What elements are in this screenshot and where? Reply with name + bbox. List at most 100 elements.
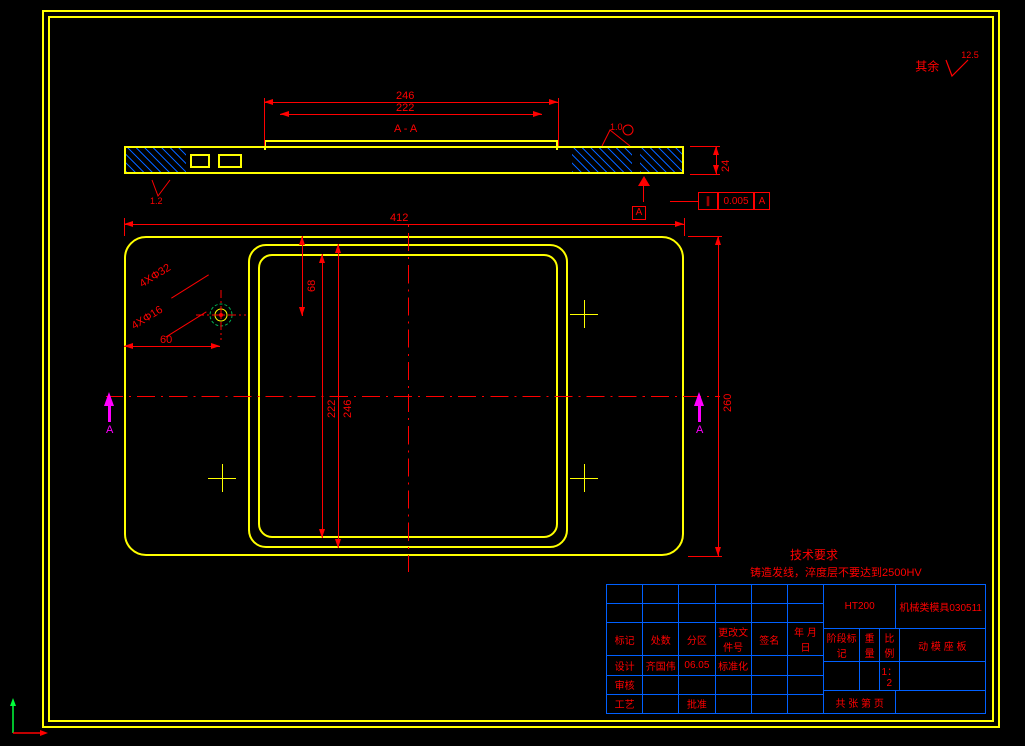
a68u — [299, 236, 305, 245]
sf-top-right: 1.0 — [600, 124, 636, 153]
hole-tl — [196, 290, 246, 343]
r4-2: 批准 — [678, 695, 714, 713]
a60r — [211, 343, 220, 349]
sf-1-0: 1.0 — [610, 122, 623, 132]
title-block: 标记 处数 分区 更改文件号 签名 年 月 日 设计 齐国伟 06.05 标准化… — [606, 584, 986, 714]
tb-revision-area: 标记 处数 分区 更改文件号 签名 年 月 日 设计 齐国伟 06.05 标准化… — [607, 585, 823, 713]
tech-req-body: 铸造发线，淬度层不要达到2500HV — [750, 564, 922, 580]
r2-5 — [787, 656, 823, 674]
tb-info-area: HT200 机械类模具030511 阶段标记 重量 比例 动 模 座 板 1：2… — [823, 585, 985, 713]
r3-1 — [642, 676, 678, 694]
r2-4 — [751, 656, 787, 674]
sec-a-l: A — [106, 424, 113, 436]
r4-3 — [715, 695, 751, 713]
r2-1: 齐国伟 — [642, 656, 678, 674]
dim-24: 24 — [720, 160, 732, 172]
cross-tr-v — [584, 300, 585, 328]
tb-drwno: 机械类模具030511 — [895, 585, 985, 628]
fcf-parallelism: ∥ 0.005 A — [698, 192, 770, 210]
tb-weight: 重量 — [859, 629, 879, 661]
r3-3 — [715, 676, 751, 694]
a412l — [124, 221, 133, 227]
v222line — [322, 254, 323, 538]
v260line — [718, 236, 719, 556]
a412r — [675, 221, 684, 227]
tb-scale-h: 比例 — [879, 629, 899, 661]
r4-0: 工艺 — [607, 695, 642, 713]
arr-222-l — [280, 111, 289, 117]
hdr-2: 分区 — [678, 623, 714, 655]
arr-246-l — [264, 99, 273, 105]
hatch-left — [126, 148, 186, 172]
dim68line — [302, 236, 303, 316]
dim-v260: 260 — [722, 394, 734, 412]
r3-2 — [678, 676, 714, 694]
hdr-1: 处数 — [642, 623, 678, 655]
cl-h-main — [106, 396, 720, 397]
fcf-val: 0.005 — [718, 192, 754, 210]
drawing-inner-frame: 其余 12.5 246 222 A - A 1. — [48, 16, 994, 722]
dim-222: 222 — [396, 102, 414, 114]
ext-246-r — [558, 98, 559, 146]
tb-stage: 阶段标记 — [823, 629, 859, 661]
r2-3: 标准化 — [715, 656, 751, 674]
r2-2: 06.05 — [678, 656, 714, 674]
datum-a — [638, 176, 650, 186]
hdr-0: 标记 — [607, 623, 642, 655]
dim412line — [124, 224, 684, 225]
v260d — [715, 547, 721, 556]
tb-sheet: 共 张 第 页 — [823, 691, 895, 713]
section-step — [264, 140, 558, 150]
ext-246-l — [264, 98, 265, 146]
v222u — [319, 254, 325, 263]
hatch-right-b — [640, 148, 682, 172]
hdr-3: 更改文件号 — [715, 623, 751, 655]
datum-box: A — [632, 206, 646, 220]
default-surface-finish: 其余 12.5 — [915, 56, 972, 80]
cross-br-v — [584, 464, 585, 492]
r4-1 — [642, 695, 678, 713]
v246u — [335, 244, 341, 253]
v246d — [335, 539, 341, 548]
v222d — [319, 529, 325, 538]
fcf-leader — [670, 201, 698, 202]
a60l — [124, 343, 133, 349]
drawing-outer-frame: 其余 12.5 246 222 A - A 1. — [42, 10, 1000, 728]
sec-a-r: A — [696, 424, 703, 436]
cross-bl-v — [222, 464, 223, 492]
dim-60: 60 — [160, 334, 172, 346]
ext412r — [684, 218, 685, 236]
arr-24-d — [713, 165, 719, 174]
sf-1-2: 1.2 — [150, 196, 163, 206]
tech-req-title: 技术要求 — [790, 546, 838, 563]
corner-note-ra: 12.5 — [961, 50, 979, 60]
r4-4 — [751, 695, 787, 713]
dim-68: 68 — [306, 280, 318, 292]
hdr-5: 年 月 日 — [787, 623, 823, 655]
a68d — [299, 307, 305, 316]
sec-arrow-r — [694, 392, 704, 406]
section-label: A - A — [394, 123, 417, 135]
slot-l1 — [190, 154, 210, 168]
v246line — [338, 244, 339, 548]
r3-4 — [751, 676, 787, 694]
cl-v-main — [408, 222, 409, 572]
hdr-4: 签名 — [751, 623, 787, 655]
ext-24-b — [690, 174, 720, 175]
tb-material: HT200 — [823, 585, 895, 628]
arr-222-r — [533, 111, 542, 117]
arr-246-r — [549, 99, 558, 105]
arr-24-u — [713, 146, 719, 155]
r4-5 — [787, 695, 823, 713]
sf-bottom-left: 1.2 — [150, 178, 172, 203]
dim-v222: 222 — [326, 400, 338, 418]
slot-l2 — [218, 154, 242, 168]
e260b — [688, 556, 722, 557]
r2-0: 设计 — [607, 656, 642, 674]
r3-0: 审核 — [607, 676, 642, 694]
dim-222-line — [280, 114, 542, 115]
corner-note-text: 其余 — [915, 60, 939, 74]
tb-scale: 1：2 — [879, 662, 899, 690]
sec-bar-l — [108, 406, 111, 422]
sec-bar-r — [698, 406, 701, 422]
